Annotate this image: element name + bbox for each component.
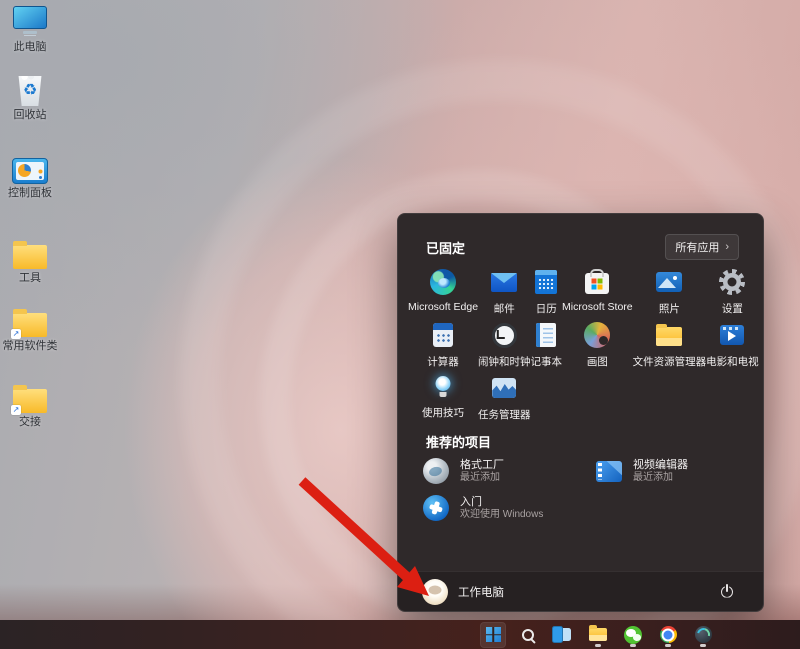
start-menu-footer: 工作电脑 [398,571,763,611]
folder-shortcut-icon: ↗ [11,309,47,339]
photos-icon [655,268,683,296]
taskbar [0,620,800,649]
desktop-icon-control-panel[interactable]: 控制面板 [2,158,58,199]
settings-gear-icon [718,268,746,296]
desktop-icon-label: 回收站 [13,109,47,121]
pinned-app-notepad[interactable]: 记事本 [531,317,562,370]
taskbar-chrome-button[interactable] [655,622,681,648]
paint-icon [583,321,611,349]
taskbar-search-button[interactable] [515,622,541,648]
pinned-app-task-manager[interactable]: 任务管理器 [478,370,531,423]
recommended-section-header: 推荐的项目 [426,435,492,450]
store-icon [583,268,611,296]
format-factory-icon [422,457,450,485]
running-indicator [630,644,636,647]
pinned-app-file-explorer[interactable]: 文件资源管理器 [633,317,706,370]
pinned-app-tips[interactable]: 使用技巧 [408,370,478,423]
chevron-right-icon: › [725,241,729,253]
pinned-app-clock[interactable]: 闹钟和时钟 [478,317,531,370]
movies-tv-icon [718,321,746,349]
pinned-app-store[interactable]: Microsoft Store [562,264,633,317]
this-pc-icon [13,6,47,29]
search-icon [522,628,534,641]
running-indicator [595,644,601,647]
shortcut-arrow-icon: ↗ [11,405,21,415]
taskbar-start-button[interactable] [480,621,506,648]
running-indicator [700,644,706,647]
edge-icon [429,268,457,296]
calculator-icon [429,321,457,349]
recommended-item-get-started[interactable]: 入门 欢迎使用 Windows [422,494,595,522]
desktop-icon-label: 常用软件类 [2,340,58,352]
taskbar-task-view-button[interactable] [550,622,576,648]
pinned-section-header: 已固定 [426,240,466,256]
control-panel-icon [12,158,48,184]
wechat-icon [624,625,642,644]
recycle-bin-icon [18,76,42,106]
start-icon [485,627,501,642]
pinned-app-mail[interactable]: 邮件 [478,264,531,317]
video-editor-icon [595,457,623,485]
file-explorer-icon [589,625,607,641]
all-apps-label: 所有应用 [675,242,720,254]
pinned-app-photos[interactable]: 照片 [633,264,707,317]
chrome-icon [659,626,677,643]
mail-icon [490,268,518,296]
pinned-apps-grid: Microsoft Edge 邮件 日历 Microsoft Store 照片 … [408,264,759,423]
desktop-icon-recycle-bin[interactable]: 回收站 [2,76,58,121]
pinned-app-edge[interactable]: Microsoft Edge [408,264,478,317]
taskbar-format-factory-button[interactable] [690,622,716,648]
user-name: 工作电脑 [458,586,504,599]
recommended-grid: 格式工厂 最近添加 视频编辑器 最近添加 入门 欢迎使用 Windows [422,457,749,522]
clock-icon [490,321,518,349]
desktop-icon-folder-software[interactable]: ↗ 常用软件类 [2,308,58,352]
desktop-icon-this-pc[interactable]: 此电脑 [2,6,58,53]
running-indicator [665,644,671,647]
all-apps-button[interactable]: 所有应用 › [665,234,739,260]
pinned-app-movies-tv[interactable]: 电影和电视 [706,317,759,370]
desktop-icon-folder-tools[interactable]: 工具 [2,240,58,284]
get-started-icon [422,494,450,522]
taskbar-wechat-button[interactable] [620,622,646,648]
desktop-icon-label: 交接 [19,416,41,428]
taskbar-file-explorer-button[interactable] [585,622,611,648]
user-account-button[interactable]: 工作电脑 [422,578,504,605]
pinned-app-paint[interactable]: 画图 [562,317,633,370]
folder-shortcut-icon: ↗ [11,385,47,415]
format-factory-icon [694,626,712,643]
desktop-wallpaper: 此电脑 回收站 控制面板 工具 ↗ 常用软件类 ↗ 交接 已固定 所有应用 › … [0,0,800,649]
task-view-icon [552,626,571,643]
power-button[interactable] [711,577,743,607]
pinned-app-calendar[interactable]: 日历 [531,264,563,317]
calendar-icon [532,268,560,296]
recommended-item-format-factory[interactable]: 格式工厂 最近添加 [422,457,595,485]
folder-icon [13,241,47,269]
desktop-icon-label: 此电脑 [13,41,47,53]
desktop-icon-label: 控制面板 [8,187,52,199]
start-menu-panel: 已固定 所有应用 › Microsoft Edge 邮件 日历 Microsof… [397,213,764,612]
pinned-app-calculator[interactable]: 计算器 [408,317,478,370]
pinned-app-settings[interactable]: 设置 [706,264,759,317]
notepad-icon [532,321,560,349]
tips-icon [430,374,456,400]
user-avatar [422,578,448,605]
shortcut-arrow-icon: ↗ [11,329,21,339]
desktop-icon-folder-handover[interactable]: ↗ 交接 [2,384,58,428]
recommended-item-video-editor[interactable]: 视频编辑器 最近添加 [595,457,749,485]
power-icon [720,585,734,599]
task-manager-icon [490,374,518,402]
file-explorer-icon [655,321,683,349]
desktop-icon-label: 工具 [19,272,41,284]
